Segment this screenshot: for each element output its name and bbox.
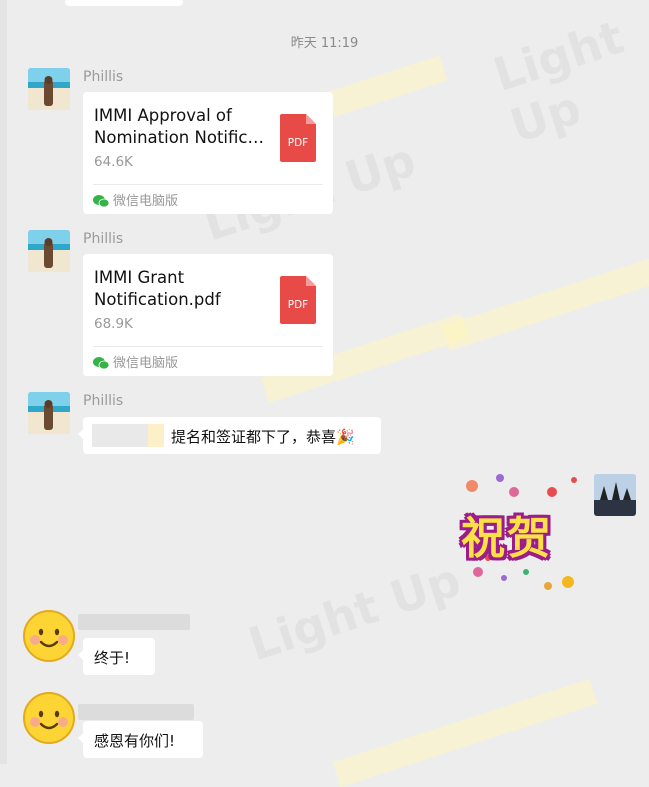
- file-card[interactable]: IMMI Approval of Nomination Notificat...…: [83, 92, 333, 214]
- message-text: 提名和签证都下了，恭喜🎉: [171, 428, 355, 446]
- sender-name: Phillis: [83, 69, 124, 85]
- beach-photo-icon: [28, 68, 70, 110]
- congrats-sticker[interactable]: 祝贺: [458, 474, 584, 594]
- avatar[interactable]: [28, 68, 70, 110]
- watermark-band: [441, 255, 649, 351]
- file-name: IMMI Grant Notification.pdf: [94, 268, 221, 309]
- message-text: 终于!: [94, 649, 131, 667]
- redacted-block: [148, 424, 164, 447]
- beach-photo-icon: [28, 392, 70, 434]
- avatar[interactable]: [28, 230, 70, 272]
- avatar[interactable]: [594, 474, 636, 516]
- smiley-face-icon: [23, 610, 75, 662]
- message-bubble[interactable]: 提名和签证都下了，恭喜🎉: [78, 417, 381, 454]
- sender-name: Phillis: [83, 393, 124, 409]
- wechat-icon: [93, 357, 110, 370]
- redacted-sender-name: [78, 614, 190, 630]
- redacted-sender-name: [78, 704, 194, 720]
- avatar[interactable]: [28, 392, 70, 434]
- sidebar-edge: [0, 0, 7, 764]
- timestamp: 昨天 11:19: [290, 36, 359, 51]
- avatar[interactable]: [23, 610, 75, 662]
- file-card[interactable]: IMMI Grant Notification.pdf 68.9K PDF 微信…: [83, 254, 333, 376]
- city-photo-icon: [594, 474, 636, 516]
- sticker-text: 祝贺: [461, 513, 553, 564]
- previous-message-bubble: [65, 0, 183, 6]
- file-source: 微信电脑版: [93, 352, 178, 371]
- watermark-text: Light Up: [242, 552, 467, 671]
- divider: [93, 346, 323, 347]
- watermark-band: [332, 678, 598, 787]
- message-bubble[interactable]: 感恩有你们!: [78, 721, 203, 758]
- watermark-text: Light Up: [487, 5, 649, 154]
- smiley-face-icon: [23, 692, 75, 744]
- pdf-file-icon: PDF: [280, 114, 316, 162]
- file-source: 微信电脑版: [93, 190, 178, 209]
- avatar[interactable]: [23, 692, 75, 744]
- redacted-block: [92, 424, 148, 447]
- file-size: 68.9K: [94, 316, 133, 332]
- message-text: 感恩有你们!: [94, 732, 176, 750]
- beach-photo-icon: [28, 230, 70, 272]
- divider: [93, 184, 323, 185]
- wechat-icon: [93, 195, 110, 208]
- file-size: 64.6K: [94, 154, 133, 170]
- sender-name: Phillis: [83, 231, 124, 247]
- svg-text:PDF: PDF: [288, 299, 308, 311]
- svg-text:PDF: PDF: [288, 137, 308, 149]
- pdf-file-icon: PDF: [280, 276, 316, 324]
- message-bubble[interactable]: 终于!: [78, 638, 155, 675]
- file-name: IMMI Approval of Nomination Notificat...: [94, 106, 274, 147]
